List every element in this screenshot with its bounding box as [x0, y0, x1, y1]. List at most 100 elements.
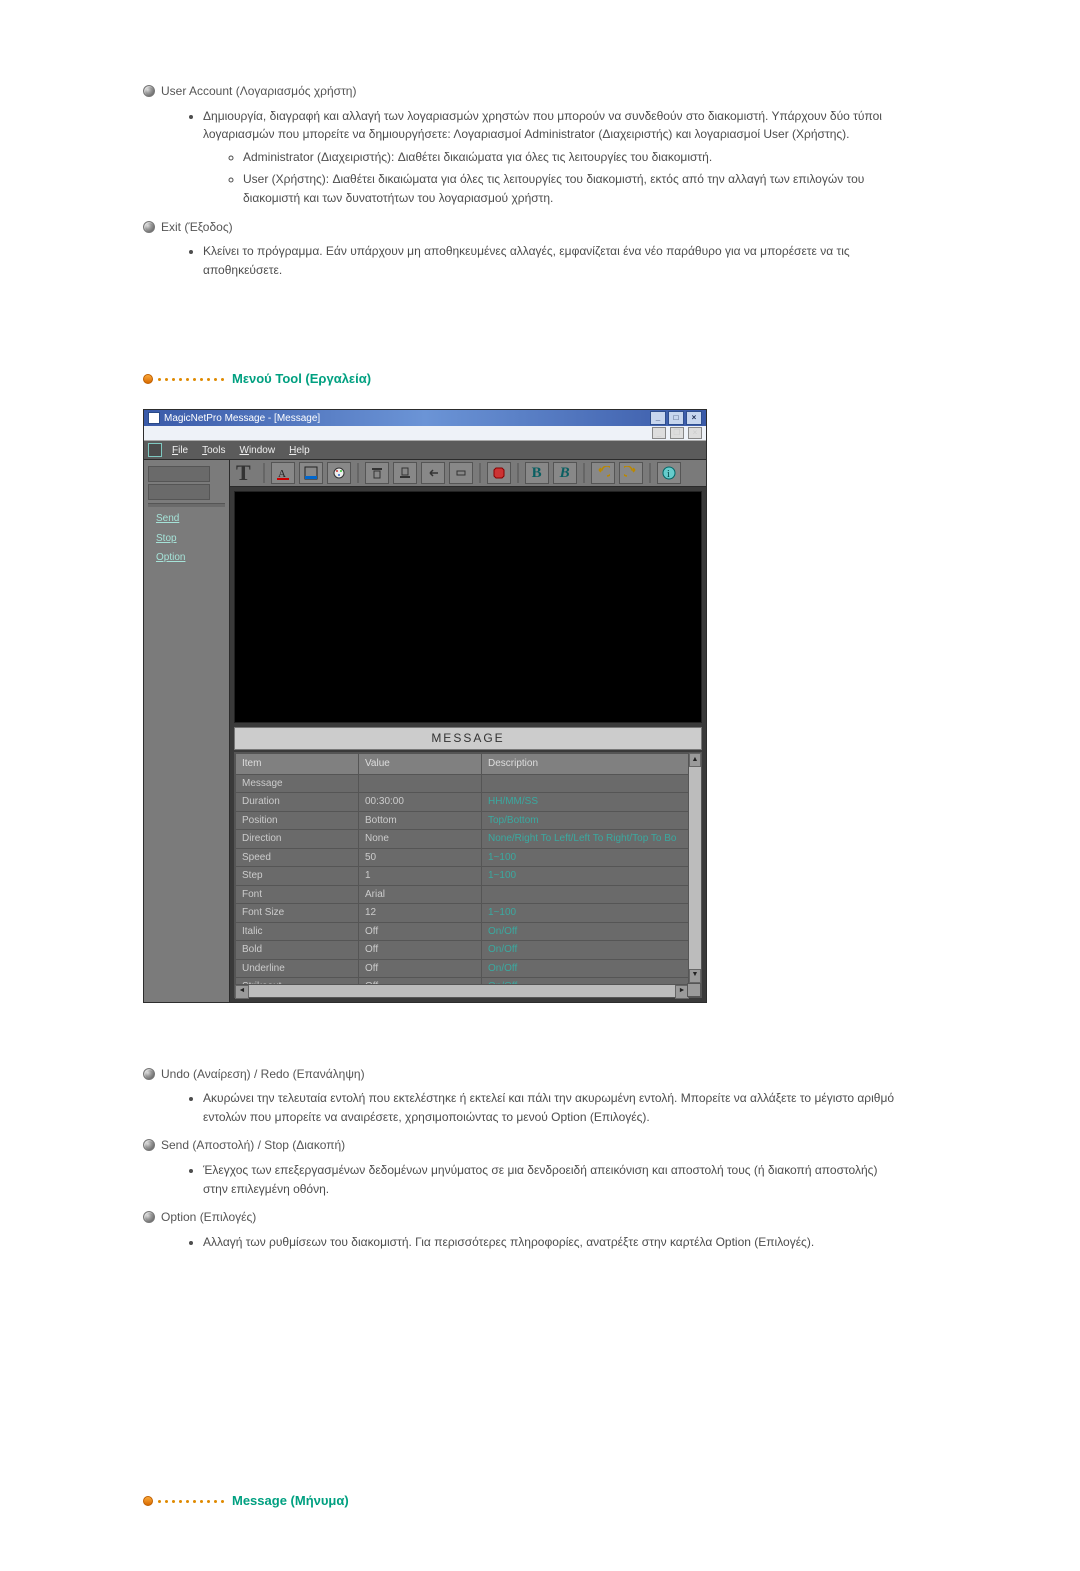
dot-divider-icon — [156, 378, 226, 381]
minimize-button[interactable]: _ — [650, 411, 666, 425]
main-panel: T A — [230, 460, 706, 1001]
list-item: Αλλαγή των ρυθμίσεων του διακομιστή. Για… — [203, 1233, 903, 1252]
mdi-controls: _ ❐ × — [144, 426, 706, 441]
message-header-label: MESSAGE — [431, 731, 504, 745]
col-item: Item — [236, 754, 359, 775]
menu-window[interactable]: Window — [239, 443, 275, 459]
item-user-account: User Account (Λογαριασμός χρήστη) — [143, 82, 903, 101]
bullet-disc-icon — [143, 221, 155, 233]
properties-grid-wrap: Item Value Description Message Duration0… — [234, 752, 702, 998]
table-row: Message — [236, 774, 701, 793]
list-item: Κλείνει το πρόγραμμα. Εάν υπάρχουν μη απ… — [203, 242, 903, 279]
svg-text:i: i — [667, 469, 670, 480]
item-title: Option (Επιλογές) — [161, 1208, 256, 1227]
item-option: Option (Επιλογές) — [143, 1208, 903, 1227]
scroll-left-button[interactable]: ◄ — [235, 985, 249, 999]
table-row: ItalicOffOn/Off — [236, 922, 701, 941]
close-button[interactable]: × — [686, 411, 702, 425]
palette-button[interactable] — [327, 462, 351, 484]
bg-color-button[interactable] — [299, 462, 323, 484]
text-tool-icon[interactable]: T — [236, 456, 251, 490]
item-title: Send (Αποστολή) / Stop (Διακοπή) — [161, 1136, 345, 1155]
menu-tools[interactable]: Tools — [202, 443, 225, 459]
dot-divider-icon — [156, 1500, 226, 1503]
sidebar-header-box — [148, 466, 210, 482]
item-send-stop: Send (Αποστολή) / Stop (Διακοπή) — [143, 1136, 903, 1155]
user-account-sublist: Administrator (Διαχειριστής): Διαθέτει δ… — [203, 148, 903, 208]
orange-bullet-icon — [143, 374, 153, 384]
properties-grid[interactable]: Item Value Description Message Duration0… — [235, 753, 701, 997]
section-title: Μενού Tool (Εργαλεία) — [232, 369, 371, 389]
italic-button[interactable]: B — [553, 462, 577, 484]
send-list: Έλεγχος των επεξεργασμένων δεδομένων μην… — [143, 1161, 903, 1198]
vertical-scrollbar[interactable]: ▲ ▼ — [688, 753, 701, 983]
list-item: Δημιουργία, διαγραφή και αλλαγή των λογα… — [203, 107, 903, 144]
bold-button[interactable]: B — [525, 462, 549, 484]
preview-canvas[interactable] — [234, 491, 702, 723]
horizontal-scrollbar[interactable]: ◄ ► — [235, 984, 689, 997]
exit-list: Κλείνει το πρόγραμμα. Εάν υπάρχουν μη απ… — [143, 242, 903, 279]
col-value: Value — [359, 754, 482, 775]
menu-file[interactable]: File — [166, 443, 188, 459]
list-item: User (Χρήστης): Διαθέτει δικαιώματα για … — [243, 170, 903, 207]
orange-bullet-icon — [143, 1496, 153, 1506]
info-button[interactable]: i — [657, 462, 681, 484]
mdi-system-icon[interactable] — [148, 443, 162, 457]
table-row: FontArial — [236, 885, 701, 904]
menu-help[interactable]: Help — [289, 443, 310, 459]
maximize-button[interactable]: □ — [668, 411, 684, 425]
mdi-restore-button[interactable]: ❐ — [670, 427, 684, 439]
app-window: MagicNetPro Message - [Message] _ □ × _ … — [143, 409, 707, 1002]
menu-bar: File Tools Window Help — [144, 441, 706, 460]
scroll-corner — [687, 983, 701, 997]
redo-button[interactable] — [619, 462, 643, 484]
section-tool-menu: Μενού Tool (Εργαλεία) — [143, 369, 903, 389]
undo-button[interactable] — [591, 462, 615, 484]
message-panel-header: MESSAGE — [234, 727, 702, 750]
table-row: DirectionNoneNone/Right To Left/Left To … — [236, 830, 701, 849]
app-icon — [148, 412, 160, 424]
scroll-up-button[interactable]: ▲ — [689, 753, 701, 767]
sidebar-item-option[interactable]: Option — [156, 550, 225, 566]
window-titlebar: MagicNetPro Message - [Message] _ □ × — [144, 410, 706, 426]
align-top-button[interactable] — [365, 462, 389, 484]
window-title: MagicNetPro Message - [Message] — [164, 411, 320, 427]
user-account-list: Δημιουργία, διαγραφή και αλλαγή των λογα… — [143, 107, 903, 208]
bullet-disc-icon — [143, 1068, 155, 1080]
item-title: User Account (Λογαριασμός χρήστη) — [161, 82, 356, 101]
item-title: Undo (Αναίρεση) / Redo (Επανάληψη) — [161, 1065, 365, 1084]
sidebar-divider — [148, 503, 225, 507]
sidebar-item-stop[interactable]: Stop — [156, 531, 225, 547]
col-description: Description — [482, 754, 701, 775]
sidebar-panel: Send Stop Option — [144, 460, 230, 1001]
bullet-disc-icon — [143, 85, 155, 97]
align-bottom-button[interactable] — [393, 462, 417, 484]
option-list: Αλλαγή των ρυθμίσεων του διακομιστή. Για… — [143, 1233, 903, 1252]
list-item: Ακυρώνει την τελευταία εντολή που εκτελέ… — [203, 1089, 903, 1126]
screenshot-figure: MagicNetPro Message - [Message] _ □ × _ … — [143, 409, 903, 1002]
list-item: Έλεγχος των επεξεργασμένων δεδομένων μην… — [203, 1161, 903, 1198]
bullet-disc-icon — [143, 1139, 155, 1151]
direction-left-button[interactable] — [421, 462, 445, 484]
sidebar-item-send[interactable]: Send — [156, 511, 225, 527]
table-row: Step11~100 — [236, 867, 701, 886]
toolbar: T A — [230, 460, 706, 487]
table-row: Font Size121~100 — [236, 904, 701, 923]
mdi-close-button[interactable]: × — [688, 427, 702, 439]
direction-none-button[interactable] — [449, 462, 473, 484]
section-message: Message (Μήνυμα) — [143, 1491, 903, 1511]
mdi-minimize-button[interactable]: _ — [652, 427, 666, 439]
undo-list: Ακυρώνει την τελευταία εντολή που εκτελέ… — [143, 1089, 903, 1126]
stop-button[interactable] — [487, 462, 511, 484]
section-title: Message (Μήνυμα) — [232, 1491, 349, 1511]
table-row: Speed501~100 — [236, 848, 701, 867]
font-color-button[interactable]: A — [271, 462, 295, 484]
item-title: Exit (Έξοδος) — [161, 218, 233, 237]
sidebar-header-box — [148, 484, 210, 500]
table-row: BoldOffOn/Off — [236, 941, 701, 960]
bullet-disc-icon — [143, 1211, 155, 1223]
table-row: UnderlineOffOn/Off — [236, 959, 701, 978]
scroll-down-button[interactable]: ▼ — [689, 969, 701, 983]
table-row: PositionBottomTop/Bottom — [236, 811, 701, 830]
list-item: Administrator (Διαχειριστής): Διαθέτει δ… — [243, 148, 903, 167]
